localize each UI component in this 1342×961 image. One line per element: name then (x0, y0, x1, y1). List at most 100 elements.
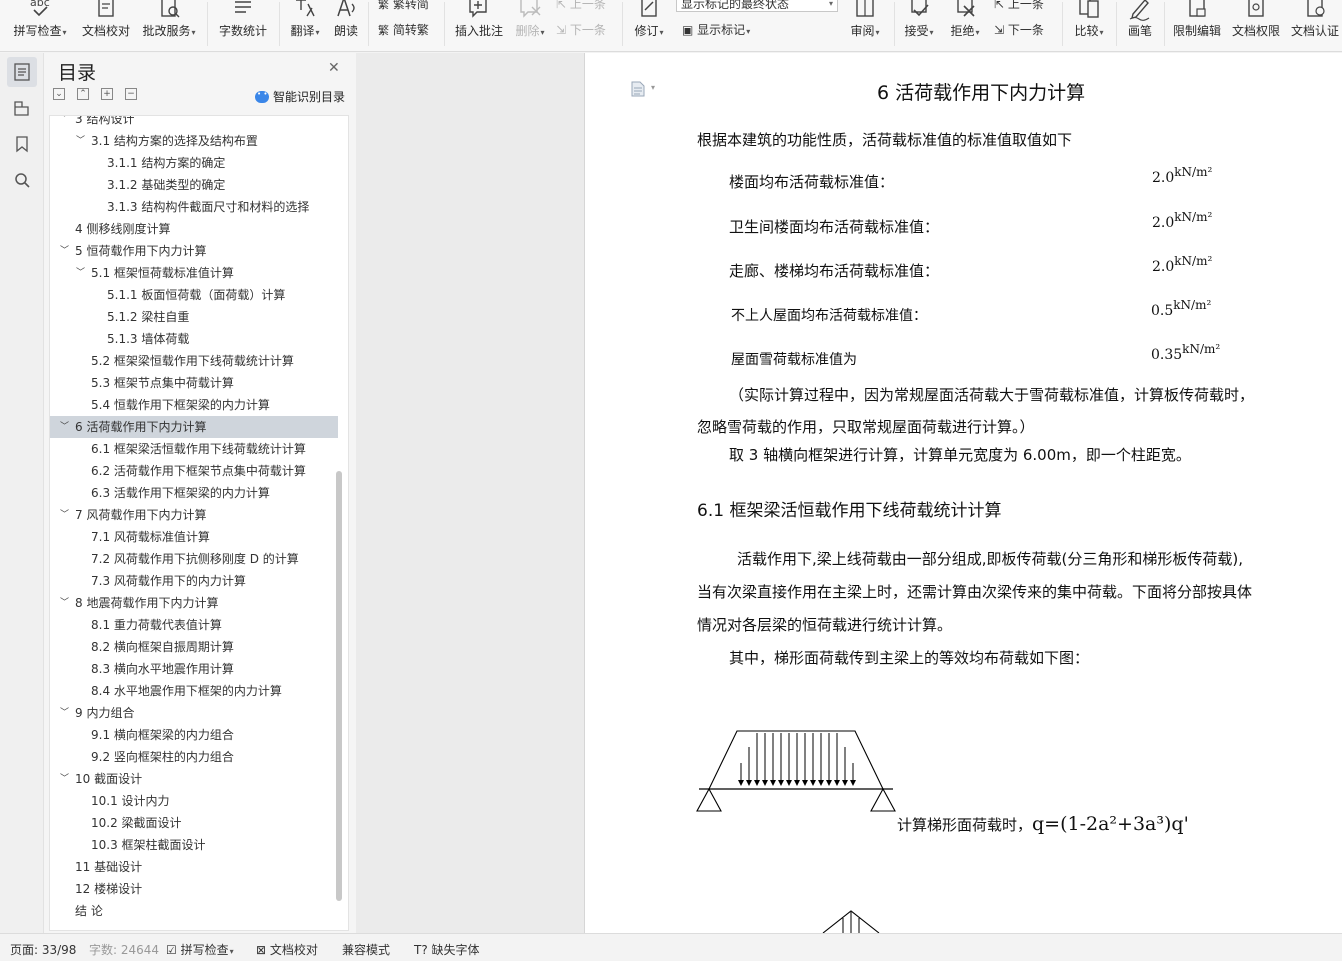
chevron-down-icon[interactable]: ﹀ (60, 504, 69, 526)
toc-item[interactable]: 6.1 框架梁活恒载作用下线荷载统计计算 (50, 438, 338, 460)
review-pane-button[interactable]: 审阅▾ (842, 0, 888, 51)
compare-button[interactable]: 比较▾ (1068, 0, 1110, 51)
collapse-all-icon[interactable]: ⌄ (53, 88, 65, 100)
add-heading-icon[interactable]: + (101, 88, 113, 100)
page-indicator[interactable]: 页面: 33/98 (10, 941, 76, 958)
proofread-status[interactable]: ⊠ 文档校对 (256, 941, 318, 958)
insert-comment-label: 插入批注 (454, 24, 503, 38)
toc-item-label: 7.3 风荷载作用下的内力计算 (91, 574, 246, 588)
toc-item[interactable]: 9.2 竖向框架柱的内力组合 (50, 746, 338, 768)
toc-item[interactable]: 7.1 风荷载标准值计算 (50, 526, 338, 548)
reject-button[interactable]: 拒绝▾ (944, 0, 986, 51)
toc-item[interactable]: 3.1.3 结构构件截面尺寸和材料的选择 (50, 196, 338, 218)
toc-item[interactable]: 5.1.3 墙体荷载 (50, 328, 338, 350)
spell-check-status[interactable]: ☑ 拼写检查▾ (166, 941, 234, 958)
toc-item[interactable]: ﹀ 9 内力组合 (50, 702, 338, 724)
bookmark-button[interactable] (7, 129, 37, 159)
toc-item[interactable]: 6.3 活载作用下框架梁的内力计算 (50, 482, 338, 504)
doc-certify-button[interactable]: 文档认证 (1287, 0, 1342, 51)
prev-comment-icon: ⇱ (556, 0, 567, 11)
simplified-to-traditional-button[interactable]: 繁 简转繁 (378, 22, 429, 39)
toc-item[interactable]: 5.3 框架节点集中荷载计算 (50, 372, 338, 394)
track-changes-button[interactable]: 修订▾ (628, 0, 670, 51)
toc-item[interactable]: 3.1.1 结构方案的确定 (50, 152, 338, 174)
insert-comment-button[interactable]: 插入批注 (450, 0, 508, 51)
toc-item[interactable]: ﹀ 8 地震荷载作用下内力计算 (50, 592, 338, 614)
missing-font-icon: T? (414, 943, 428, 957)
page-format-icon[interactable] (631, 81, 645, 97)
traditional-to-simplified-button[interactable]: 繁 繁转简 (378, 0, 429, 13)
restrict-edit-button[interactable]: 限制编辑 (1168, 0, 1226, 51)
spell-check-button[interactable]: abc 拼写检查▾ (8, 0, 72, 51)
toc-item[interactable]: ﹀ 10 截面设计 (50, 768, 338, 790)
toc-item[interactable]: ﹀ 5 恒荷载作用下内力计算 (50, 240, 338, 262)
toc-item[interactable]: 4 侧移线刚度计算 (50, 218, 338, 240)
compat-mode-status[interactable]: 兼容模式 (342, 941, 390, 958)
accept-button[interactable]: 接受▾ (898, 0, 940, 51)
correction-service-button[interactable]: 批改服务▾ (138, 0, 200, 51)
translate-button[interactable]: 翻译▾ (284, 0, 326, 51)
toc-item[interactable]: 10.2 梁截面设计 (50, 812, 338, 834)
chevron-down-icon[interactable]: ﹀ (60, 768, 69, 790)
toc-scrollbar[interactable] (336, 471, 342, 901)
toc-item[interactable]: ﹀ 3.1 结构方案的选择及结构布置 (50, 130, 338, 152)
read-aloud-button[interactable]: 朗读 (328, 0, 364, 51)
toc-panel-button[interactable] (7, 57, 37, 87)
toc-item[interactable]: 9.1 横向框架梁的内力组合 (50, 724, 338, 746)
ai-toc-button[interactable]: 智能识别目录 (255, 88, 345, 105)
toc-item[interactable]: 10.1 设计内力 (50, 790, 338, 812)
toc-item[interactable]: 8.1 重力荷载代表值计算 (50, 614, 338, 636)
show-markup-button[interactable]: ▣ 显示标记▾ (682, 22, 750, 40)
toc-item-label: 7 风荷载作用下内力计算 (75, 508, 207, 522)
chevron-down-icon[interactable]: ﹀ (60, 116, 69, 130)
next-change-button[interactable]: ⇲ 下一条 (994, 22, 1044, 38)
toc-item[interactable]: 8.4 水平地震作用下框架的内力计算 (50, 680, 338, 702)
chevron-down-icon[interactable]: ﹀ (60, 240, 69, 262)
read-aloud-label: 朗读 (333, 24, 358, 38)
toc-item[interactable]: 5.1.1 板面恒荷载（面荷载）计算 (50, 284, 338, 306)
chapter-heading: 6 活荷载作用下内力计算 (877, 82, 1086, 104)
toc-item[interactable]: 6.2 活荷载作用下框架节点集中荷载计算 (50, 460, 338, 482)
chevron-down-icon[interactable]: ▾ (651, 83, 655, 92)
document-page[interactable]: ▾ 6 活荷载作用下内力计算 根据本建筑的功能性质，活荷载标准值的标准值取值如下… (584, 53, 1342, 933)
toc-item[interactable]: ﹀ 6 活荷载作用下内力计算 (50, 416, 338, 438)
chevron-down-icon[interactable]: ﹀ (76, 130, 85, 152)
toc-item[interactable]: 结 论 (50, 900, 338, 922)
doc-permission-button[interactable]: 文档权限 (1228, 0, 1284, 51)
remove-heading-icon[interactable]: − (125, 88, 137, 100)
toc-item[interactable]: 11 基础设计 (50, 856, 338, 878)
toc-item[interactable]: 5.4 恒载作用下框架梁的内力计算 (50, 394, 338, 416)
search-button[interactable] (7, 165, 37, 195)
chapter-nav-button[interactable] (7, 93, 37, 123)
toc-item[interactable]: ﹀ 7 风荷载作用下内力计算 (50, 504, 338, 526)
toc-item[interactable]: 10.3 框架柱截面设计 (50, 834, 338, 856)
word-count-indicator[interactable]: 字数: 24644 (89, 941, 159, 958)
missing-font-status[interactable]: T? 缺失字体 (414, 941, 480, 958)
toc-item[interactable]: 8.2 横向框架自振周期计算 (50, 636, 338, 658)
toc-item-label: 8.3 横向水平地震作用计算 (91, 662, 234, 676)
next-comment-button[interactable]: ⇲ 下一条 (556, 22, 606, 38)
doc-proofread-button[interactable]: 文档校对 (78, 0, 134, 51)
toc-item[interactable]: 5.2 框架梁恒载作用下线荷载统计计算 (50, 350, 338, 372)
markup-state-select[interactable]: 显示标记的最终状态 ▾ (676, 0, 838, 12)
toc-item[interactable]: 7.2 风荷载作用下抗侧移刚度 D 的计算 (50, 548, 338, 570)
toc-item[interactable]: 3.1.2 基础类型的确定 (50, 174, 338, 196)
pen-button[interactable]: 画笔 (1120, 0, 1160, 51)
toc-item[interactable]: 12 楼梯设计 (50, 878, 338, 900)
prev-comment-button[interactable]: ⇱ 上一条 (556, 0, 606, 12)
chevron-down-icon[interactable]: ﹀ (60, 702, 69, 724)
toc-item[interactable]: ﹀ 5.1 框架恒荷载标准值计算 (50, 262, 338, 284)
expand-up-icon[interactable]: ⌃ (77, 88, 89, 100)
chevron-down-icon[interactable]: ﹀ (60, 592, 69, 614)
toc-item[interactable]: 7.3 风荷载作用下的内力计算 (50, 570, 338, 592)
close-icon[interactable]: ✕ (328, 60, 340, 76)
toc-item[interactable]: ﹀ 3 结构设计 (50, 116, 338, 130)
toc-item[interactable]: 8.3 横向水平地震作用计算 (50, 658, 338, 680)
chevron-down-icon[interactable]: ﹀ (60, 416, 69, 438)
delete-comment-button[interactable]: 删除▾ (510, 0, 550, 51)
chevron-down-icon[interactable]: ﹀ (76, 262, 85, 284)
word-count-button[interactable]: 字数统计 (214, 0, 272, 51)
toc-item[interactable]: 5.1.2 梁柱自重 (50, 306, 338, 328)
toc-item-label: 5.2 框架梁恒载作用下线荷载统计计算 (91, 354, 294, 368)
prev-change-button[interactable]: ⇱ 上一条 (994, 0, 1044, 12)
